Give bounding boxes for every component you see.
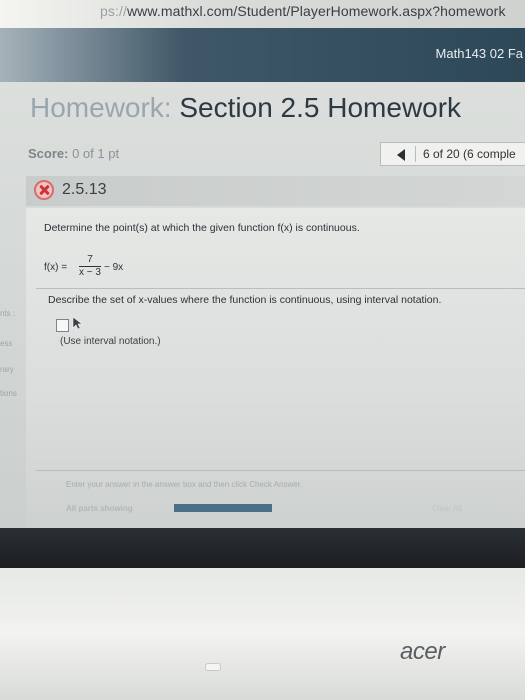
- section-divider: [36, 288, 525, 289]
- function-lhs: f(x) =: [44, 262, 68, 273]
- progress-fill: [174, 504, 272, 512]
- webcam-light-icon: [205, 663, 221, 671]
- fraction-denominator: x − 3: [79, 267, 101, 278]
- score-row: Score: 0 of 1 pt 6 of 20 (6 comple: [28, 142, 525, 166]
- sidebar-item-4[interactable]: tions: [0, 389, 17, 398]
- top-nav-bar: Math143 02 Fa: [0, 28, 525, 82]
- fraction-numerator: 7: [87, 254, 93, 265]
- parts-progress-bar: [174, 504, 272, 512]
- footer-divider: [36, 470, 525, 471]
- enter-answer-message: Enter your answer in the answer box and …: [66, 480, 303, 489]
- sidebar-item-3[interactable]: rary: [0, 365, 14, 374]
- question-panel: Determine the point(s) at which the give…: [26, 208, 525, 528]
- sidebar-item-2[interactable]: ess: [0, 339, 12, 348]
- brand-logo: acer: [400, 638, 445, 665]
- screen-lower-strip: [0, 528, 525, 568]
- address-bar[interactable]: ps://www.mathxl.com/Student/PlayerHomewo…: [0, 0, 525, 29]
- score-text: Score: 0 of 1 pt: [28, 146, 120, 161]
- url-text[interactable]: ps://www.mathxl.com/Student/PlayerHomewo…: [100, 3, 506, 19]
- instruction-text: Describe the set of x-values where the f…: [48, 294, 442, 306]
- course-name[interactable]: Math143 02 Fa: [436, 46, 523, 61]
- left-sidebar: nts : ess rary tions: [0, 305, 26, 415]
- laptop-bezel: acer: [0, 568, 525, 700]
- answer-hint: (Use interval notation.): [60, 336, 161, 347]
- question-position-dropdown[interactable]: 6 of 20 (6 comple: [423, 147, 516, 161]
- incorrect-x-icon: [34, 180, 54, 200]
- function-fraction: 7 x − 3: [78, 254, 102, 279]
- answer-input-box[interactable]: [56, 319, 69, 332]
- question-header-bar: 2.5.13: [26, 176, 525, 206]
- question-navigator: 6 of 20 (6 comple: [380, 142, 525, 166]
- question-prompt: Determine the point(s) at which the give…: [44, 222, 360, 234]
- mouse-cursor-icon: [72, 316, 83, 330]
- parts-showing-label: All parts showing: [66, 504, 133, 513]
- navigator-divider: [415, 146, 416, 162]
- browser-screen: ps://www.mathxl.com/Student/PlayerHomewo…: [0, 0, 525, 568]
- function-rhs: − 9x: [104, 262, 124, 273]
- question-number: 2.5.13: [62, 181, 107, 198]
- page-title: Homework: Section 2.5 Homework: [30, 92, 462, 123]
- clear-all-button[interactable]: Clear All: [432, 504, 462, 513]
- sidebar-item-1[interactable]: nts :: [0, 309, 15, 318]
- previous-question-arrow-icon[interactable]: [397, 149, 405, 161]
